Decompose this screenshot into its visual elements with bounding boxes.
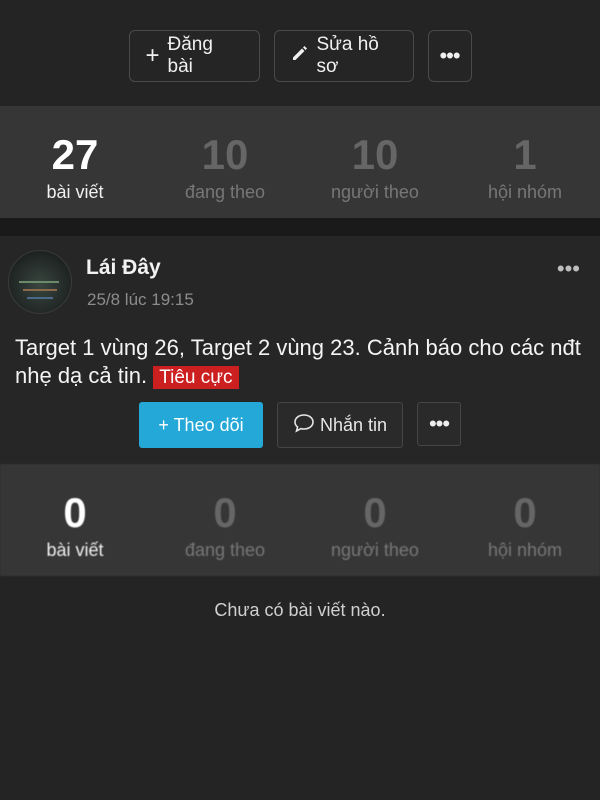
stat-value: 1 [513,131,537,178]
stat-value: 10 [351,131,399,178]
stat-label: hội nhóm [487,182,563,202]
profile-stats-bar: 27 bài viết 10 đang theo 10 người theo 1… [0,106,600,218]
stat-label: người theo [331,182,419,202]
section-divider [0,218,600,236]
pencil-icon [291,44,309,68]
stat-value: 10 [201,131,249,178]
stat-groups[interactable]: 0 hội nhóm [450,490,600,576]
stat-posts[interactable]: 27 bài viết [0,132,150,218]
stat-posts[interactable]: 0 bài viết [0,490,150,576]
more-icon: ••• [556,256,580,281]
stat-value: 0 [363,489,387,536]
author-actions: + Theo dõi Nhắn tin ••• [0,402,600,448]
stat-label: bài viết [46,540,104,560]
post-timestamp: 25/8 lúc 19:15 [87,290,194,309]
post-text: Target 1 vùng 26, Target 2 vùng 23. Cảnh… [15,335,581,388]
stat-following[interactable]: 0 đang theo [150,490,300,576]
follow-button[interactable]: + Theo dõi [139,402,263,448]
stat-value: 0 [513,489,537,536]
create-post-button[interactable]: + Đăng bài [128,30,260,82]
profile-actions: + Đăng bài Sửa hồ sơ ••• [0,0,600,106]
post-body: Target 1 vùng 26, Target 2 vùng 23. Cảnh… [15,334,590,392]
stat-value: 0 [63,489,87,536]
more-icon: ••• [428,411,450,436]
stat-label: bài viết [46,182,104,202]
author-more-button[interactable]: ••• [417,402,461,446]
empty-state-message: Chưa có bài viết nào. [214,600,386,620]
message-button[interactable]: Nhắn tin [277,402,403,448]
plus-icon: + [145,42,160,69]
stat-label: đang theo [184,182,266,202]
author-stats-bar: 0 bài viết 0 đang theo 0 người theo 0 hộ… [0,464,600,576]
create-post-label: Đăng bài [167,34,213,77]
follow-label: + Theo dõi [158,414,244,435]
post-author-name[interactable]: Lái Đây [86,256,161,280]
stat-groups[interactable]: 1 hội nhóm [450,132,600,218]
edit-profile-label: Sửa hồ sơ [316,34,379,77]
stat-label: đang theo [184,540,266,560]
stat-followers[interactable]: 10 người theo [300,132,450,218]
post-more-button[interactable]: ••• [557,256,580,282]
stat-value: 27 [51,131,99,178]
edit-profile-button[interactable]: Sửa hồ sơ [273,30,414,82]
stat-value: 0 [213,489,237,536]
chat-bubble-icon [293,413,315,438]
stat-following[interactable]: 10 đang theo [150,132,300,218]
more-icon: ••• [439,43,460,68]
avatar[interactable] [8,250,72,314]
stat-label: người theo [331,540,419,560]
stat-label: hội nhóm [487,540,563,560]
profile-more-button[interactable]: ••• [427,30,472,82]
sentiment-tag: Tiêu cực [153,366,239,389]
message-label: Nhắn tin [319,414,388,435]
stat-followers[interactable]: 0 người theo [300,490,450,576]
